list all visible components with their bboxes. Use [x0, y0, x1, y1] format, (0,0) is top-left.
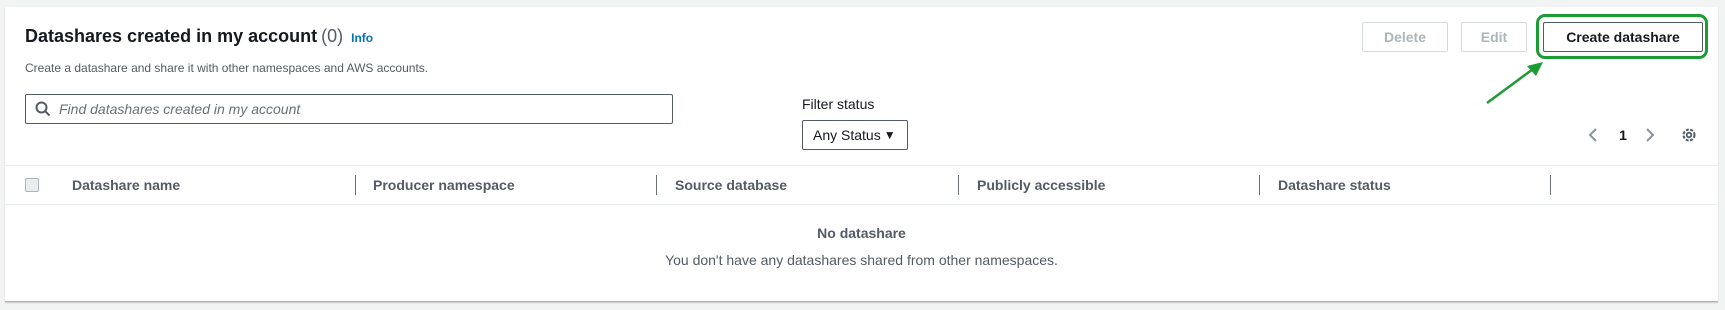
title-text: Datashares created in my account: [25, 26, 318, 46]
column-header-datashare-name[interactable]: Datashare name: [72, 166, 180, 204]
column-resizer[interactable]: [1550, 175, 1551, 195]
search-box[interactable]: [25, 94, 673, 124]
datashares-panel: Datashares created in my account (0) Info …: [5, 7, 1718, 302]
select-all-checkbox[interactable]: [25, 178, 39, 192]
column-header-publicly-accessible[interactable]: Publicly accessible: [977, 166, 1105, 204]
info-link[interactable]: Info: [351, 31, 373, 45]
create-datashare-button[interactable]: Create datashare: [1543, 22, 1703, 52]
column-header-source-database[interactable]: Source database: [675, 166, 787, 204]
delete-button[interactable]: Delete: [1362, 22, 1448, 52]
edit-button[interactable]: Edit: [1461, 22, 1527, 52]
caret-down-icon: ▼: [883, 128, 896, 142]
filter-status-label: Filter status: [802, 96, 875, 112]
column-resizer[interactable]: [1259, 175, 1260, 195]
column-resizer[interactable]: [355, 175, 356, 195]
filter-status-value: Any Status: [813, 127, 881, 143]
datashare-count: (0): [321, 26, 344, 46]
arrow-icon: [1486, 62, 1543, 105]
column-resizer[interactable]: [656, 175, 657, 195]
filter-status-select[interactable]: Any Status ▼: [802, 120, 908, 150]
search-input[interactable]: [59, 101, 672, 117]
empty-state-title: No datashare: [817, 225, 906, 241]
page-description: Create a datashare and share it with oth…: [25, 61, 429, 75]
chevron-right-icon[interactable]: [1642, 125, 1658, 145]
search-icon: [35, 101, 51, 117]
chevron-left-icon[interactable]: [1585, 125, 1601, 145]
gear-icon[interactable]: [1679, 125, 1699, 145]
column-resizer[interactable]: [958, 175, 959, 195]
column-header-producer-namespace[interactable]: Producer namespace: [373, 166, 515, 204]
table-header: Datashare name Producer namespace Source…: [5, 166, 1718, 205]
page-title: Datashares created in my account (0) Info: [25, 26, 373, 47]
column-header-datashare-status[interactable]: Datashare status: [1278, 166, 1391, 204]
empty-state-message: You don't have any datashares shared fro…: [665, 252, 1058, 268]
current-page[interactable]: 1: [1613, 125, 1633, 145]
